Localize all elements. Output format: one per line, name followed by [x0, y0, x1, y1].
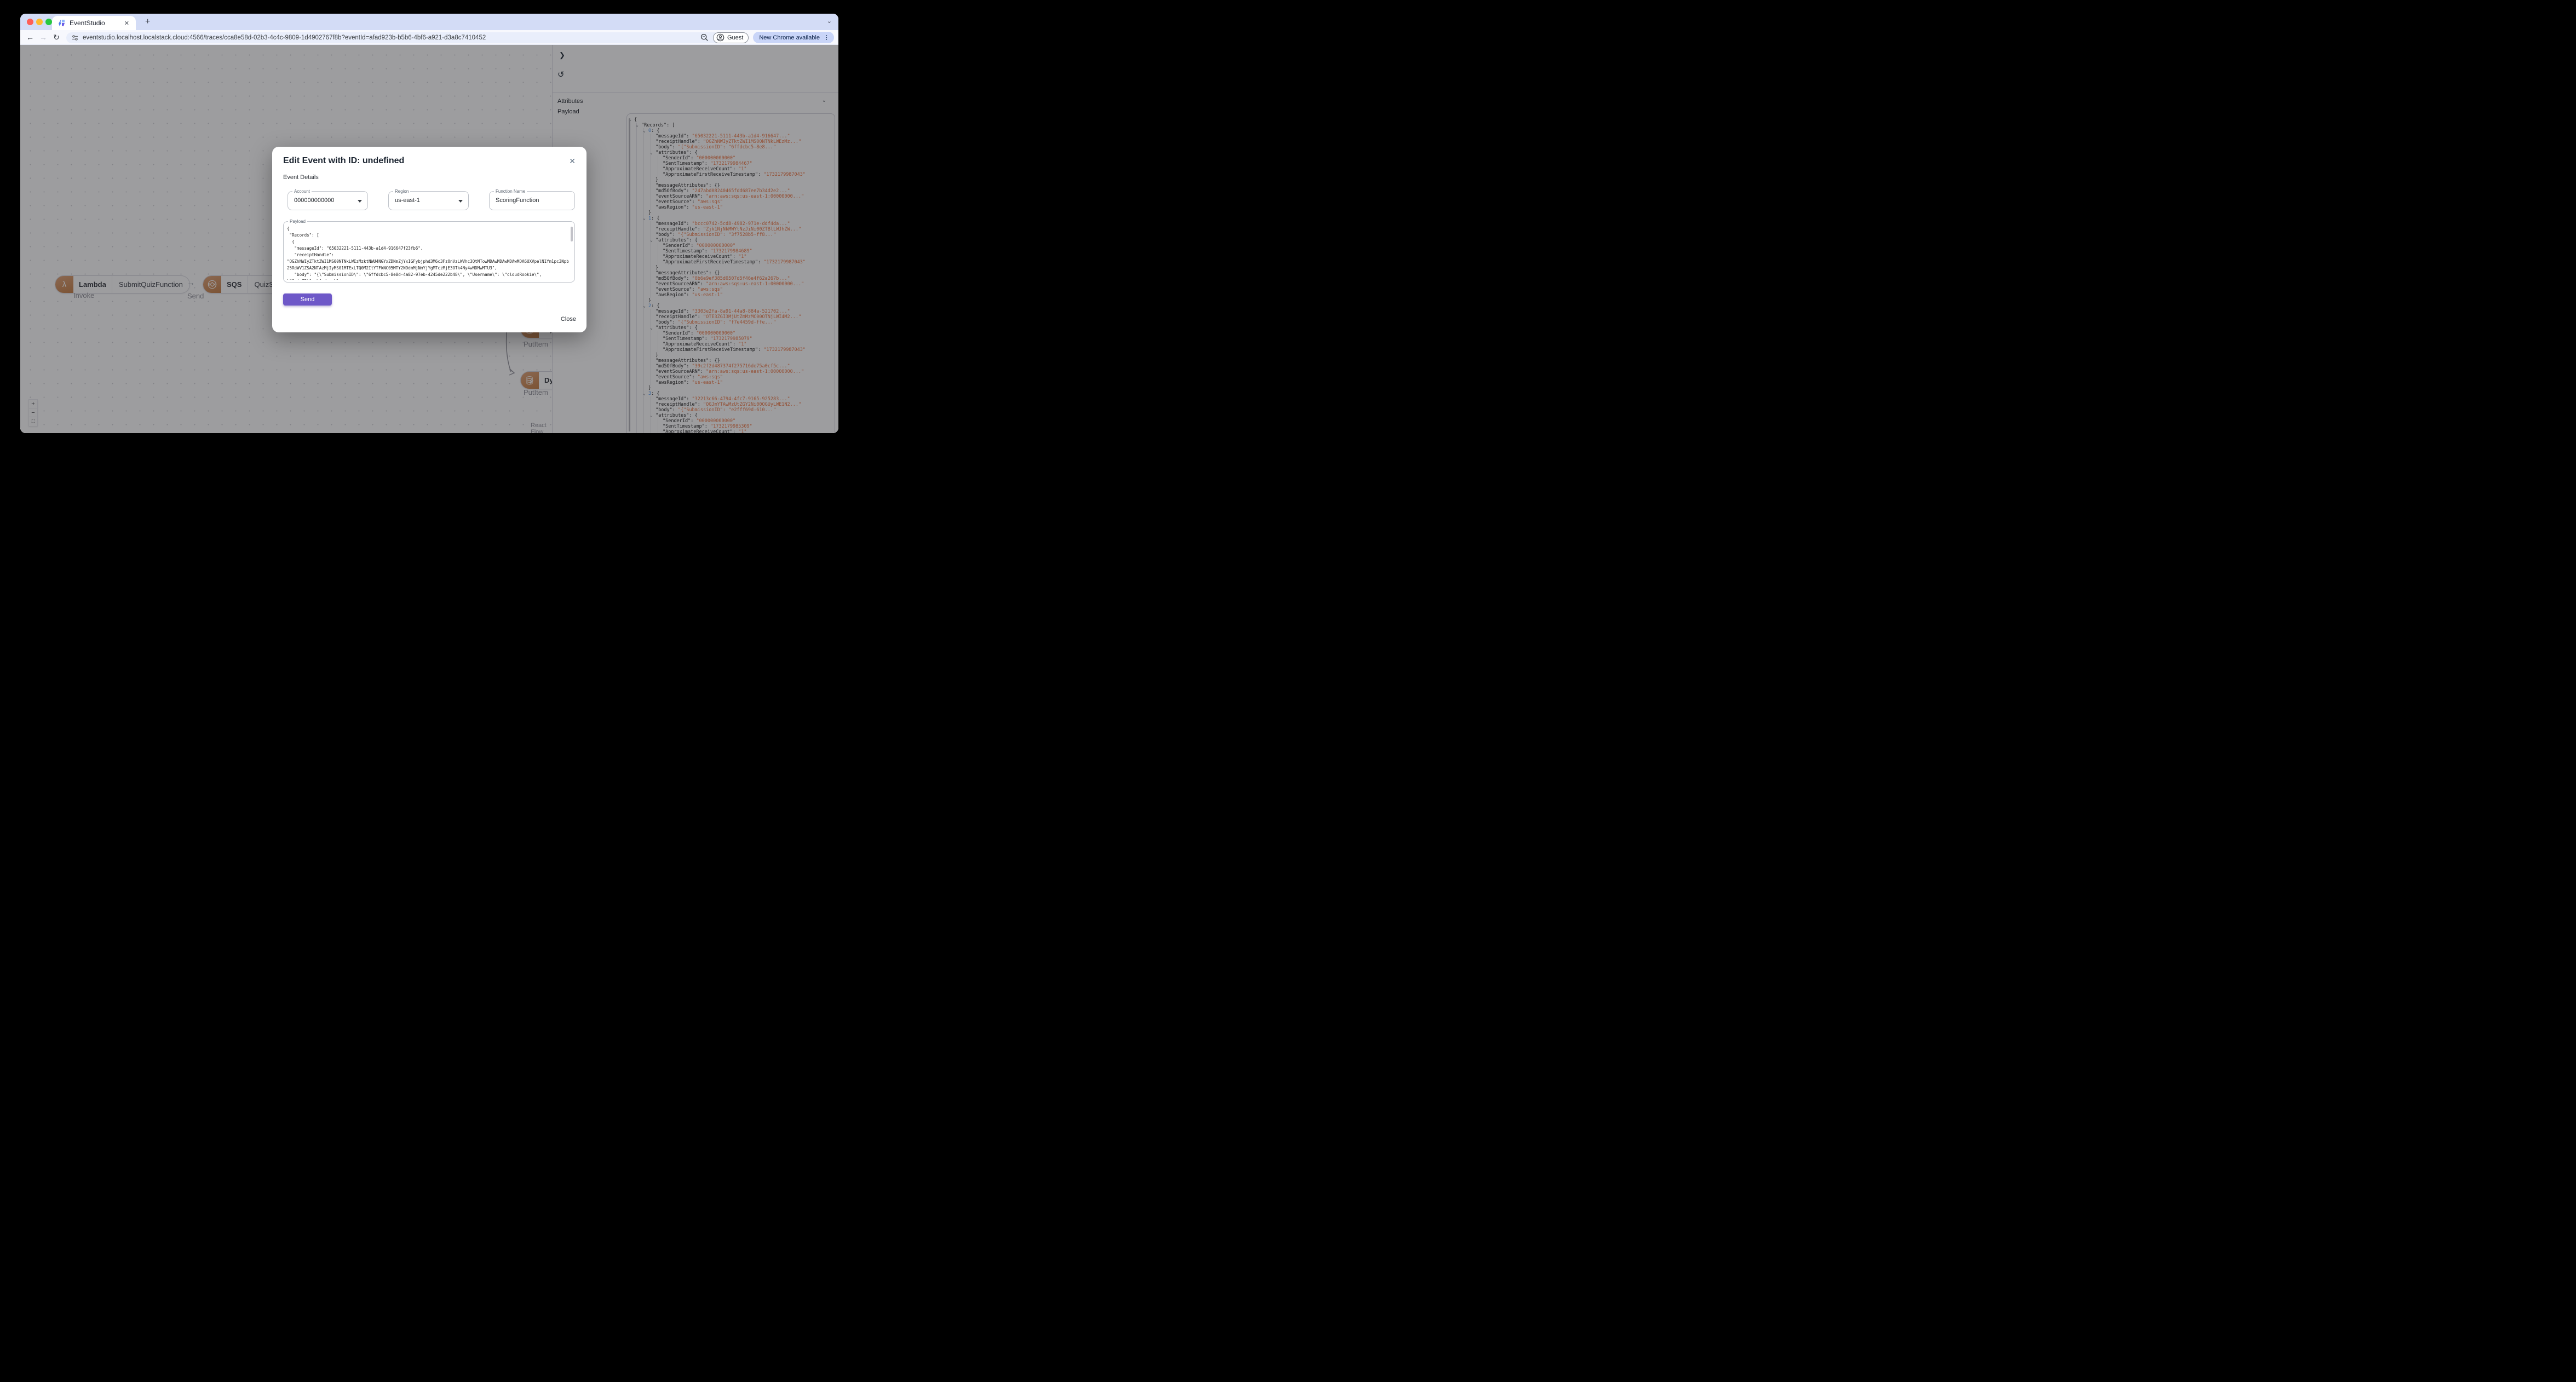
eventstudio-favicon-icon: [59, 20, 65, 26]
window-minimize-button[interactable]: [36, 19, 43, 25]
forward-button[interactable]: →: [37, 33, 50, 42]
account-label: Account: [292, 189, 312, 194]
profile-chip[interactable]: Guest: [712, 32, 749, 43]
region-label: Region: [393, 189, 411, 194]
browser-tab[interactable]: EventStudio ✕: [52, 16, 136, 30]
payload-textarea[interactable]: Payload { "Records": [ { "messageId": "6…: [283, 219, 575, 283]
chrome-update-pill[interactable]: New Chrome available ⋮: [753, 32, 834, 43]
menu-kebab-icon[interactable]: ⋮: [824, 34, 830, 41]
region-value: us-east-1: [395, 197, 420, 204]
payload-scrollbar-thumb[interactable]: [571, 227, 573, 241]
site-settings-icon[interactable]: [72, 34, 78, 41]
new-tab-button[interactable]: +: [142, 16, 153, 27]
reload-button[interactable]: ↻: [50, 33, 63, 42]
profile-label: Guest: [727, 34, 744, 41]
window-zoom-button[interactable]: [45, 19, 52, 25]
account-select[interactable]: Account 000000000000: [288, 189, 368, 210]
payload-text: { "Records": [ { "messageId": "65032221-…: [287, 226, 569, 280]
window-close-button[interactable]: [27, 19, 33, 25]
close-button[interactable]: Close: [561, 316, 576, 323]
back-button[interactable]: ←: [24, 33, 37, 42]
tab-title: EventStudio: [70, 19, 105, 27]
chrome-update-label: New Chrome available: [759, 34, 820, 41]
function-name-label: Function Name: [494, 189, 527, 194]
payload-field-label: Payload: [288, 219, 307, 224]
send-button[interactable]: Send: [283, 293, 332, 306]
browser-toolbar: ← → ↻ eventstudio.localhost.localstack.c…: [20, 30, 838, 45]
tab-strip: EventStudio ✕ + ⌄: [20, 14, 838, 30]
toolbar-right-cluster: Guest New Chrome available ⋮: [700, 30, 834, 45]
account-value: 000000000000: [294, 197, 335, 204]
zoom-out-page-icon[interactable]: [700, 33, 709, 42]
edit-event-modal: Edit Event with ID: undefined ✕ Event De…: [272, 147, 586, 332]
function-name-value: ScoringFunction: [496, 197, 539, 204]
url-text: eventstudio.localhost.localstack.cloud:4…: [83, 34, 486, 41]
event-details-label: Event Details: [283, 174, 319, 181]
function-name-input[interactable]: Function Name ScoringFunction: [489, 189, 575, 210]
screen: EventStudio ✕ + ⌄ ← → ↻ eventstudio.loca…: [0, 0, 859, 460]
guest-avatar-icon: [716, 33, 725, 42]
browser-window: EventStudio ✕ + ⌄ ← → ↻ eventstudio.loca…: [20, 14, 838, 433]
address-bar[interactable]: eventstudio.localhost.localstack.cloud:4…: [66, 32, 720, 43]
tab-close-icon[interactable]: ✕: [122, 19, 131, 28]
modal-close-icon[interactable]: ✕: [569, 157, 576, 166]
tab-search-chevron-icon[interactable]: ⌄: [827, 18, 832, 25]
dropdown-caret-icon: [458, 200, 463, 203]
modal-title: Edit Event with ID: undefined: [283, 156, 405, 165]
dropdown-caret-icon: [358, 200, 362, 203]
region-select[interactable]: Region us-east-1: [388, 189, 469, 210]
